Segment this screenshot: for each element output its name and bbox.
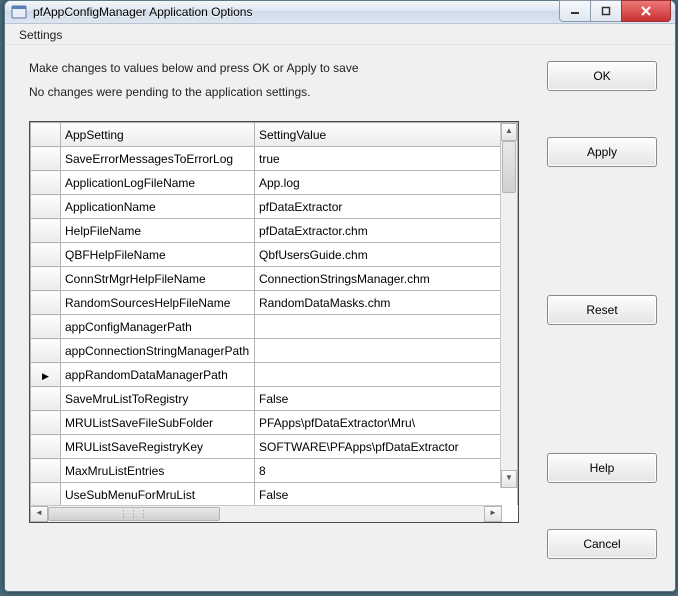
table-row[interactable]: ApplicationLogFileNameApp.log bbox=[31, 171, 518, 195]
row-header[interactable] bbox=[31, 459, 61, 483]
row-header[interactable] bbox=[31, 243, 61, 267]
ok-button[interactable]: OK bbox=[547, 61, 657, 91]
cell-settingvalue[interactable]: 8 bbox=[255, 459, 518, 483]
titlebar[interactable]: pfAppConfigManager Application Options bbox=[5, 1, 675, 24]
cell-appsetting[interactable]: HelpFileName bbox=[61, 219, 255, 243]
row-header[interactable] bbox=[31, 435, 61, 459]
row-header[interactable] bbox=[31, 387, 61, 411]
settings-grid[interactable]: AppSetting SettingValue SaveErrorMessage… bbox=[29, 121, 519, 523]
table-row[interactable]: appRandomDataManagerPath bbox=[31, 363, 518, 387]
cell-appsetting[interactable]: appConfigManagerPath bbox=[61, 315, 255, 339]
column-header-value[interactable]: SettingValue bbox=[255, 123, 518, 147]
table-row[interactable]: MRUListSaveFileSubFolderPFApps\pfDataExt… bbox=[31, 411, 518, 435]
row-header[interactable] bbox=[31, 291, 61, 315]
horizontal-scrollbar[interactable]: ◄ ⋮⋮⋮ ► bbox=[30, 505, 502, 522]
cell-appsetting[interactable]: appRandomDataManagerPath bbox=[61, 363, 255, 387]
cell-appsetting[interactable]: UseSubMenuForMruList bbox=[61, 483, 255, 506]
cell-appsetting[interactable]: SaveErrorMessagesToErrorLog bbox=[61, 147, 255, 171]
cell-appsetting[interactable]: ApplicationLogFileName bbox=[61, 171, 255, 195]
table-row[interactable]: SaveErrorMessagesToErrorLogtrue bbox=[31, 147, 518, 171]
row-header[interactable] bbox=[31, 267, 61, 291]
row-header[interactable] bbox=[31, 147, 61, 171]
cell-appsetting[interactable]: ConnStrMgrHelpFileName bbox=[61, 267, 255, 291]
cell-appsetting[interactable]: QBFHelpFileName bbox=[61, 243, 255, 267]
cell-appsetting[interactable]: MRUListSaveFileSubFolder bbox=[61, 411, 255, 435]
menu-settings[interactable]: Settings bbox=[13, 26, 68, 44]
table-row[interactable]: HelpFileNamepfDataExtractor.chm bbox=[31, 219, 518, 243]
cell-settingvalue[interactable]: RandomDataMasks.chm bbox=[255, 291, 518, 315]
table-row[interactable]: appConnectionStringManagerPath bbox=[31, 339, 518, 363]
table-row[interactable]: ApplicationNamepfDataExtractor bbox=[31, 195, 518, 219]
cell-settingvalue[interactable] bbox=[255, 363, 518, 387]
scroll-up-button[interactable]: ▲ bbox=[501, 123, 517, 141]
apply-button[interactable]: Apply bbox=[547, 137, 657, 167]
cell-appsetting[interactable]: MaxMruListEntries bbox=[61, 459, 255, 483]
row-header[interactable] bbox=[31, 363, 61, 387]
cell-appsetting[interactable]: appConnectionStringManagerPath bbox=[61, 339, 255, 363]
cell-settingvalue[interactable] bbox=[255, 315, 518, 339]
reset-button[interactable]: Reset bbox=[547, 295, 657, 325]
cell-settingvalue[interactable]: PFApps\pfDataExtractor\Mru\ bbox=[255, 411, 518, 435]
cell-settingvalue[interactable]: QbfUsersGuide.chm bbox=[255, 243, 518, 267]
cell-settingvalue[interactable]: SOFTWARE\PFApps\pfDataExtractor bbox=[255, 435, 518, 459]
cell-settingvalue[interactable]: true bbox=[255, 147, 518, 171]
hscroll-thumb[interactable]: ⋮⋮⋮ bbox=[48, 507, 220, 521]
cell-appsetting[interactable]: RandomSourcesHelpFileName bbox=[61, 291, 255, 315]
button-panel: OK Apply Reset Help Cancel bbox=[547, 61, 657, 573]
row-header[interactable] bbox=[31, 339, 61, 363]
application-window: pfAppConfigManager Application Options S… bbox=[4, 0, 676, 592]
table-row[interactable]: MRUListSaveRegistryKeySOFTWARE\PFApps\pf… bbox=[31, 435, 518, 459]
help-button[interactable]: Help bbox=[547, 453, 657, 483]
status-text: No changes were pending to the applicati… bbox=[29, 85, 519, 99]
cell-appsetting[interactable]: SaveMruListToRegistry bbox=[61, 387, 255, 411]
row-header[interactable] bbox=[31, 219, 61, 243]
cell-settingvalue[interactable]: ConnectionStringsManager.chm bbox=[255, 267, 518, 291]
menubar: Settings bbox=[5, 24, 675, 45]
vertical-scrollbar[interactable]: ▲ ▼ bbox=[500, 123, 517, 488]
cell-settingvalue[interactable]: False bbox=[255, 483, 518, 506]
cancel-button[interactable]: Cancel bbox=[547, 529, 657, 559]
table-row[interactable]: RandomSourcesHelpFileNameRandomDataMasks… bbox=[31, 291, 518, 315]
column-header-key[interactable]: AppSetting bbox=[61, 123, 255, 147]
table-row[interactable]: ConnStrMgrHelpFileNameConnectionStringsM… bbox=[31, 267, 518, 291]
row-header[interactable] bbox=[31, 171, 61, 195]
table-row[interactable]: MaxMruListEntries8 bbox=[31, 459, 518, 483]
table-row[interactable]: QBFHelpFileNameQbfUsersGuide.chm bbox=[31, 243, 518, 267]
table-row[interactable]: SaveMruListToRegistryFalse bbox=[31, 387, 518, 411]
row-header[interactable] bbox=[31, 411, 61, 435]
cell-settingvalue[interactable] bbox=[255, 339, 518, 363]
cell-settingvalue[interactable]: pfDataExtractor bbox=[255, 195, 518, 219]
cell-settingvalue[interactable]: App.log bbox=[255, 171, 518, 195]
close-button[interactable] bbox=[621, 0, 671, 22]
instruction-text: Make changes to values below and press O… bbox=[29, 61, 519, 75]
cell-appsetting[interactable]: MRUListSaveRegistryKey bbox=[61, 435, 255, 459]
maximize-button[interactable] bbox=[590, 0, 622, 22]
vscroll-thumb[interactable] bbox=[502, 141, 516, 193]
cell-appsetting[interactable]: ApplicationName bbox=[61, 195, 255, 219]
scroll-down-button[interactable]: ▼ bbox=[501, 470, 517, 488]
app-icon bbox=[11, 4, 27, 20]
scroll-left-button[interactable]: ◄ bbox=[30, 506, 48, 522]
minimize-button[interactable] bbox=[559, 0, 591, 22]
row-header[interactable] bbox=[31, 315, 61, 339]
window-controls bbox=[560, 0, 671, 20]
row-header[interactable] bbox=[31, 195, 61, 219]
row-header[interactable] bbox=[31, 483, 61, 506]
client-area: Make changes to values below and press O… bbox=[5, 45, 675, 591]
table-row[interactable]: UseSubMenuForMruListFalse bbox=[31, 483, 518, 506]
row-header-corner[interactable] bbox=[31, 123, 61, 147]
window-title: pfAppConfigManager Application Options bbox=[33, 5, 560, 19]
table-row[interactable]: appConfigManagerPath bbox=[31, 315, 518, 339]
scroll-right-button[interactable]: ► bbox=[484, 506, 502, 522]
cell-settingvalue[interactable]: pfDataExtractor.chm bbox=[255, 219, 518, 243]
cell-settingvalue[interactable]: False bbox=[255, 387, 518, 411]
